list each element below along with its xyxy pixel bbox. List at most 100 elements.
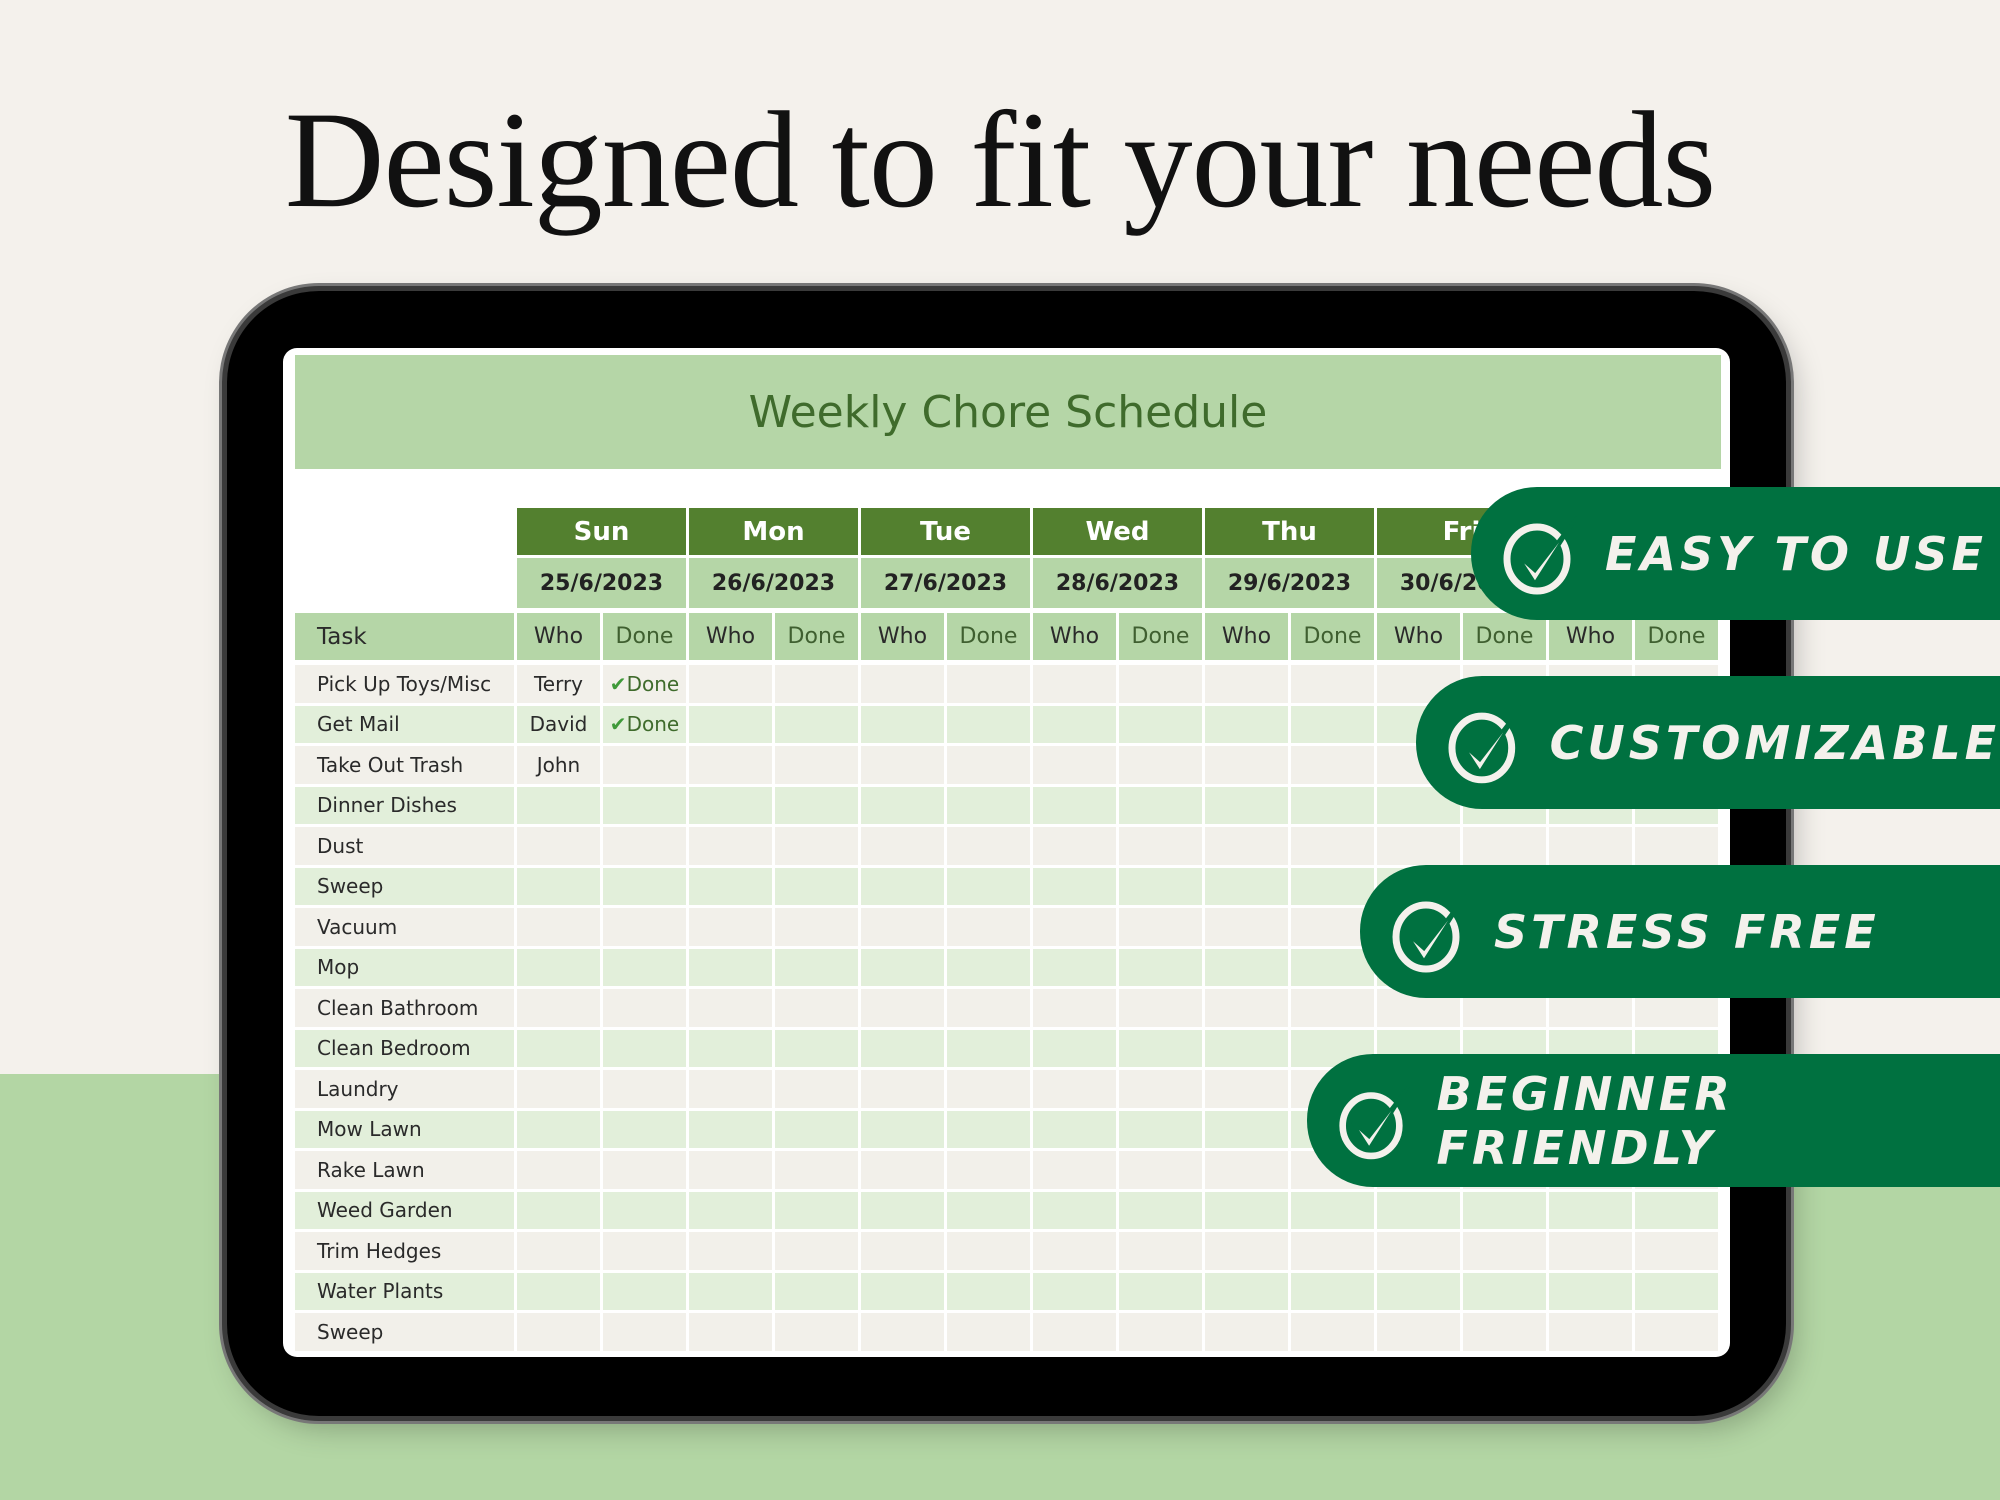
who-cell[interactable]: [517, 908, 603, 949]
done-cell[interactable]: [947, 1029, 1033, 1070]
who-cell[interactable]: [517, 1110, 603, 1151]
done-cell[interactable]: [1119, 1110, 1205, 1151]
done-cell[interactable]: [1119, 786, 1205, 827]
who-cell[interactable]: [861, 746, 947, 787]
done-cell[interactable]: [603, 746, 689, 787]
task-cell[interactable]: Laundry: [295, 1070, 517, 1111]
done-cell[interactable]: [947, 827, 1033, 868]
done-cell[interactable]: [1119, 665, 1205, 706]
who-cell[interactable]: [517, 1272, 603, 1313]
who-cell[interactable]: [1033, 1110, 1119, 1151]
task-cell[interactable]: Weed Garden: [295, 1191, 517, 1232]
who-cell[interactable]: [1205, 1070, 1291, 1111]
who-cell[interactable]: [1033, 746, 1119, 787]
who-cell[interactable]: [1205, 1313, 1291, 1354]
who-cell[interactable]: [1549, 1232, 1635, 1273]
who-cell[interactable]: [689, 989, 775, 1030]
task-cell[interactable]: Mow Lawn: [295, 1110, 517, 1151]
who-cell[interactable]: [1549, 1313, 1635, 1354]
who-cell[interactable]: [1205, 1232, 1291, 1273]
done-cell[interactable]: [1119, 989, 1205, 1030]
who-cell[interactable]: [1033, 1313, 1119, 1354]
who-cell[interactable]: [1205, 867, 1291, 908]
who-cell[interactable]: [861, 665, 947, 706]
done-cell[interactable]: [947, 908, 1033, 949]
done-cell[interactable]: [603, 1070, 689, 1111]
done-cell[interactable]: [1463, 1191, 1549, 1232]
who-cell[interactable]: [689, 948, 775, 989]
who-cell[interactable]: [517, 786, 603, 827]
done-cell[interactable]: [1291, 989, 1377, 1030]
done-cell[interactable]: [947, 1272, 1033, 1313]
who-cell[interactable]: [517, 1070, 603, 1111]
who-cell[interactable]: [861, 786, 947, 827]
task-cell[interactable]: Clean Bedroom: [295, 1029, 517, 1070]
task-cell[interactable]: Mop: [295, 948, 517, 989]
done-cell[interactable]: [1635, 1191, 1721, 1232]
who-cell[interactable]: [1205, 1151, 1291, 1192]
done-cell[interactable]: [1119, 1272, 1205, 1313]
done-cell[interactable]: [1119, 1191, 1205, 1232]
done-cell[interactable]: [775, 1151, 861, 1192]
who-cell[interactable]: [517, 1151, 603, 1192]
who-cell[interactable]: [689, 908, 775, 949]
who-cell[interactable]: [689, 1191, 775, 1232]
done-cell[interactable]: [1463, 1313, 1549, 1354]
who-cell[interactable]: [1033, 1029, 1119, 1070]
who-cell[interactable]: [1033, 1070, 1119, 1111]
done-cell[interactable]: [1635, 1313, 1721, 1354]
who-cell[interactable]: [517, 1029, 603, 1070]
who-cell[interactable]: [1205, 746, 1291, 787]
done-cell[interactable]: [775, 989, 861, 1030]
done-cell[interactable]: [1119, 827, 1205, 868]
done-cell[interactable]: [1119, 1232, 1205, 1273]
done-cell[interactable]: [1463, 1232, 1549, 1273]
done-cell[interactable]: [775, 1070, 861, 1111]
task-cell[interactable]: Dinner Dishes: [295, 786, 517, 827]
who-cell[interactable]: [689, 1070, 775, 1111]
done-cell[interactable]: [1119, 746, 1205, 787]
who-cell[interactable]: [689, 1151, 775, 1192]
who-cell[interactable]: [1205, 1272, 1291, 1313]
who-cell[interactable]: [1377, 1232, 1463, 1273]
task-cell[interactable]: Rake Lawn: [295, 1151, 517, 1192]
task-cell[interactable]: Dust: [295, 827, 517, 868]
who-cell[interactable]: [517, 1191, 603, 1232]
done-cell[interactable]: [775, 665, 861, 706]
who-cell[interactable]: [1377, 1191, 1463, 1232]
done-cell[interactable]: [947, 989, 1033, 1030]
who-cell[interactable]: [1033, 665, 1119, 706]
done-cell[interactable]: [947, 705, 1033, 746]
who-cell[interactable]: [1033, 705, 1119, 746]
done-cell[interactable]: [1119, 705, 1205, 746]
done-cell[interactable]: [603, 908, 689, 949]
who-cell[interactable]: [1205, 989, 1291, 1030]
who-cell[interactable]: [517, 867, 603, 908]
task-cell[interactable]: Clean Bathroom: [295, 989, 517, 1030]
who-cell[interactable]: [1033, 786, 1119, 827]
done-cell[interactable]: [1119, 867, 1205, 908]
done-cell[interactable]: [1119, 908, 1205, 949]
done-cell[interactable]: [603, 1029, 689, 1070]
who-cell[interactable]: [1377, 1272, 1463, 1313]
done-cell[interactable]: [1119, 1029, 1205, 1070]
who-cell[interactable]: [861, 1191, 947, 1232]
who-cell[interactable]: David: [517, 705, 603, 746]
done-cell[interactable]: [775, 867, 861, 908]
who-cell[interactable]: [861, 1272, 947, 1313]
who-cell[interactable]: [1205, 1029, 1291, 1070]
who-cell[interactable]: [861, 1232, 947, 1273]
done-cell[interactable]: [1291, 827, 1377, 868]
done-cell[interactable]: [1635, 827, 1721, 868]
done-cell[interactable]: [1291, 1191, 1377, 1232]
done-cell[interactable]: [603, 948, 689, 989]
who-cell[interactable]: [1377, 1313, 1463, 1354]
who-cell[interactable]: [861, 1070, 947, 1111]
done-cell[interactable]: [947, 786, 1033, 827]
task-cell[interactable]: Pick Up Toys/Misc: [295, 665, 517, 706]
who-cell[interactable]: [689, 827, 775, 868]
who-cell[interactable]: [1205, 665, 1291, 706]
done-cell[interactable]: [947, 1232, 1033, 1273]
done-cell[interactable]: [603, 1232, 689, 1273]
who-cell[interactable]: [1205, 948, 1291, 989]
